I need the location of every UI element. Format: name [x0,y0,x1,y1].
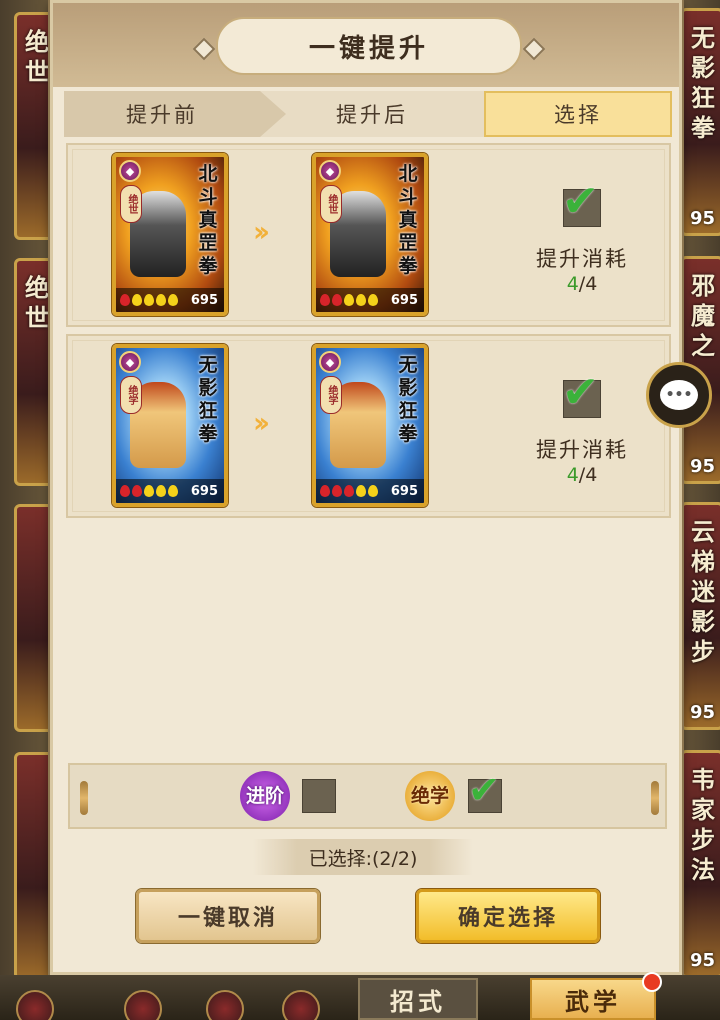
skill-name: 无影狂拳 [398,354,418,445]
skill-card-before[interactable]: ◆ 绝学 无影狂拳 695 [112,344,228,507]
ultimate-filter-icon[interactable]: 绝学 [405,771,455,821]
side-card-left-3 [14,504,54,732]
cost-label: 提升消耗 [536,438,628,462]
star-icon [120,485,130,497]
decor-pin-right [651,781,659,815]
skill-card-after[interactable]: ◆ 绝世 北斗真罡拳 695 [312,153,428,316]
cost-value: 4/4 [566,273,598,295]
star-icon [368,485,378,497]
cost-value: 4/4 [566,464,598,486]
card-footer: 695 [316,479,424,503]
star-icon [168,485,178,497]
side-card-left-2: 绝世 [14,258,54,486]
upgrade-dialog: 一键提升 提升前 提升后 选择 ◆ 绝世 北斗真罡拳 695 ›› ◆ 绝世 北… [50,0,682,975]
tab-moves[interactable]: 招式 [358,978,478,1020]
star-icon [132,294,142,306]
skill-name: 北斗真罡拳 [398,163,418,277]
side-card-right-1: 无影狂拳 95 [680,8,720,236]
rank-gem-icon: ◆ [319,351,341,373]
tab-before: 提升前 [64,91,260,137]
star-icon [332,485,342,497]
power-value: 695 [390,292,418,308]
star-icon [356,294,366,306]
power-value: 695 [190,292,218,308]
ultimate-filter-checkbox[interactable]: ✔ [468,768,502,813]
card-footer: 695 [116,479,224,503]
title-plate: 一键提升 [216,17,522,75]
tab-arrow-separator [260,91,286,137]
row-select-checkbox[interactable]: ✔ [562,176,601,227]
title-decoration-right [522,37,546,61]
background-right: 无影狂拳 95 邪魔之 95 云梯迷影步 95 韦家步法 95 [676,0,720,1020]
rarity-badge: 绝学 [320,376,342,414]
checkmark-icon: ✔ [562,367,599,418]
advance-filter-checkbox[interactable] [302,779,336,813]
checkmark-icon: ✔ [562,176,599,227]
background-left: 绝世 绝世 [0,0,56,1020]
power-value: 695 [390,483,418,499]
nav-icon[interactable] [16,990,54,1020]
card-footer: 695 [316,288,424,312]
star-icon [144,294,154,306]
advance-filter-icon[interactable]: 进阶 [240,771,290,821]
row-select-checkbox[interactable]: ✔ [562,367,601,418]
side-card-right-4: 韦家步法 95 [680,750,720,978]
nav-icon[interactable] [206,990,244,1020]
skill-card-after[interactable]: ◆ 绝学 无影狂拳 695 [312,344,428,507]
side-card-left-1: 绝世 [14,12,54,240]
rarity-badge: 绝世 [120,185,142,223]
skill-name: 北斗真罡拳 [198,163,218,277]
star-icon [320,485,330,497]
star-icon [332,294,342,306]
star-icon [156,485,166,497]
power-value: 695 [190,483,218,499]
card-footer: 695 [116,288,224,312]
rank-gem-icon: ◆ [119,351,141,373]
upgrade-row: ◆ 绝世 北斗真罡拳 695 ›› ◆ 绝世 北斗真罡拳 695 ✔ 提升消耗 … [66,143,671,327]
star-icon [320,294,330,306]
skill-card-before[interactable]: ◆ 绝世 北斗真罡拳 695 [112,153,228,316]
upgrade-arrow-icon: ›› [253,215,270,248]
star-icon [120,294,130,306]
column-tabs: 提升前 提升后 选择 [64,91,672,137]
selected-count: 已选择:(2/2) [253,839,473,875]
tab-after: 提升后 [260,91,484,137]
upgrade-row: ◆ 绝学 无影狂拳 695 ›› ◆ 绝学 无影狂拳 695 ✔ 提升消耗 4/… [66,334,671,518]
nav-icon[interactable] [282,990,320,1020]
cancel-all-button[interactable]: 一键取消 [136,889,320,943]
chat-button[interactable]: ••• [646,362,712,428]
nav-icon[interactable] [124,990,162,1020]
star-icon [132,485,142,497]
star-icon [368,294,378,306]
tab-select: 选择 [484,91,672,137]
checkmark-icon: ✔ [468,768,500,812]
decor-pin-left [80,781,88,815]
cost-label: 提升消耗 [536,247,628,271]
side-card-left-4 [14,752,54,980]
title-decoration-left [192,37,216,61]
star-icon [156,294,166,306]
star-icon [344,485,354,497]
dialog-title: 一键提升 [308,33,429,64]
notification-dot [642,972,662,992]
star-icon [144,485,154,497]
skill-name: 无影狂拳 [198,354,218,445]
star-icon [356,485,366,497]
upgrade-arrow-icon: ›› [253,406,270,439]
rank-gem-icon: ◆ [319,160,341,182]
side-card-right-3: 云梯迷影步 95 [680,502,720,730]
tab-martial-arts[interactable]: 武学 [530,978,656,1020]
dialog-header: 一键提升 [53,3,679,87]
filter-bar: 进阶 绝学 ✔ [68,763,667,829]
star-icon [344,294,354,306]
rarity-badge: 绝世 [320,185,342,223]
chat-bubble-icon: ••• [660,380,698,410]
rarity-badge: 绝学 [120,376,142,414]
star-icon [168,294,178,306]
rank-gem-icon: ◆ [119,160,141,182]
confirm-selection-button[interactable]: 确定选择 [416,889,600,943]
